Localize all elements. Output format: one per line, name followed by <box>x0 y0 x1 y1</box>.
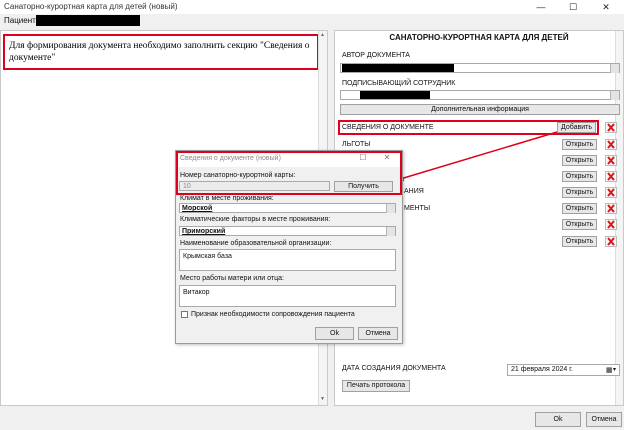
climate-factors-label: Климатические факторы в месте проживания… <box>180 216 331 223</box>
delete-icon[interactable] <box>605 203 617 214</box>
ellipsis-icon[interactable] <box>610 91 619 100</box>
delete-icon[interactable] <box>605 219 617 230</box>
patient-label: Пациент <box>4 16 36 25</box>
card-title: САНАТОРНО-КУРОРТНАЯ КАРТА ДЛЯ ДЕТЕЙ <box>389 33 569 42</box>
patient-row: Пациент <box>0 14 624 28</box>
ellipsis-icon[interactable] <box>386 227 395 236</box>
edu-org-field[interactable]: Крымская база <box>179 249 396 271</box>
ok-button[interactable]: Ok <box>535 412 581 427</box>
dialog-highlight <box>176 151 402 195</box>
minimize-icon[interactable]: — <box>531 0 551 14</box>
scroll-down-icon[interactable]: ▼ <box>318 395 327 404</box>
creation-date-value: 21 февраля 2024 г. <box>511 366 573 373</box>
close-icon[interactable]: ✕ <box>596 0 616 14</box>
window-title: Санаторно-курортная карта для детей (нов… <box>4 2 178 11</box>
delete-icon[interactable] <box>605 139 617 150</box>
author-redacted <box>342 64 454 72</box>
creation-date-picker[interactable]: 21 февраля 2024 г. ▦ ▾ <box>507 364 620 376</box>
residence-field[interactable]: Морской <box>179 203 396 213</box>
benefits-label: ЛЬГОТЫ <box>342 141 371 148</box>
signer-redacted <box>360 91 430 99</box>
author-label: АВТОР ДОКУМЕНТА <box>342 52 410 59</box>
additional-info-button[interactable]: Дополнительная информация <box>340 104 620 115</box>
ellipsis-icon[interactable] <box>610 64 619 73</box>
parent-work-label: Место работы матери или отца: <box>180 275 284 282</box>
delete-icon[interactable] <box>605 155 617 166</box>
patient-name-redacted <box>36 15 140 26</box>
info-note: Для формирования документа необходимо за… <box>3 34 319 70</box>
signer-label: ПОДПИСЫВАЮЩИЙ СОТРУДНИК <box>342 80 456 87</box>
creation-date-label: ДАТА СОЗДАНИЯ ДОКУМЕНТА <box>342 365 446 372</box>
climate-factors-value: Приморский <box>182 228 226 235</box>
delete-icon[interactable] <box>605 122 617 133</box>
climate-factors-field[interactable]: Приморский <box>179 226 396 236</box>
dialog-ok-button[interactable]: Ok <box>315 327 354 340</box>
open-button[interactable]: Открыть <box>562 236 597 247</box>
chevron-down-icon[interactable]: ▾ <box>613 366 616 373</box>
open-button[interactable]: Открыть <box>562 203 597 214</box>
delete-icon[interactable] <box>605 171 617 182</box>
maximize-icon[interactable]: ☐ <box>563 0 583 14</box>
residence-label: Климат в месте проживания: <box>180 195 274 202</box>
escort-checkbox[interactable] <box>181 311 188 318</box>
residence-value: Морской <box>182 205 213 212</box>
edu-org-label: Наименование образовательной организации… <box>180 240 332 247</box>
delete-icon[interactable] <box>605 236 617 247</box>
escort-checkbox-label: Признак необходимости сопровождения паци… <box>191 311 355 318</box>
calendar-icon[interactable]: ▦ <box>606 366 613 374</box>
right-scrollbar[interactable] <box>615 31 623 405</box>
open-button[interactable]: Открыть <box>562 219 597 230</box>
red-arrow-annotation <box>392 131 558 182</box>
parent-work-field[interactable]: Витакор <box>179 285 396 307</box>
cancel-button[interactable]: Отмена <box>586 412 622 427</box>
print-protocol-button[interactable]: Печать протокола <box>342 380 410 392</box>
scroll-up-icon[interactable]: ▲ <box>318 31 327 40</box>
ellipsis-icon[interactable] <box>386 204 395 213</box>
delete-icon[interactable] <box>605 187 617 198</box>
section-label-partial-2: МЕНТЫ <box>404 205 431 212</box>
dialog-cancel-button[interactable]: Отмена <box>358 327 398 340</box>
